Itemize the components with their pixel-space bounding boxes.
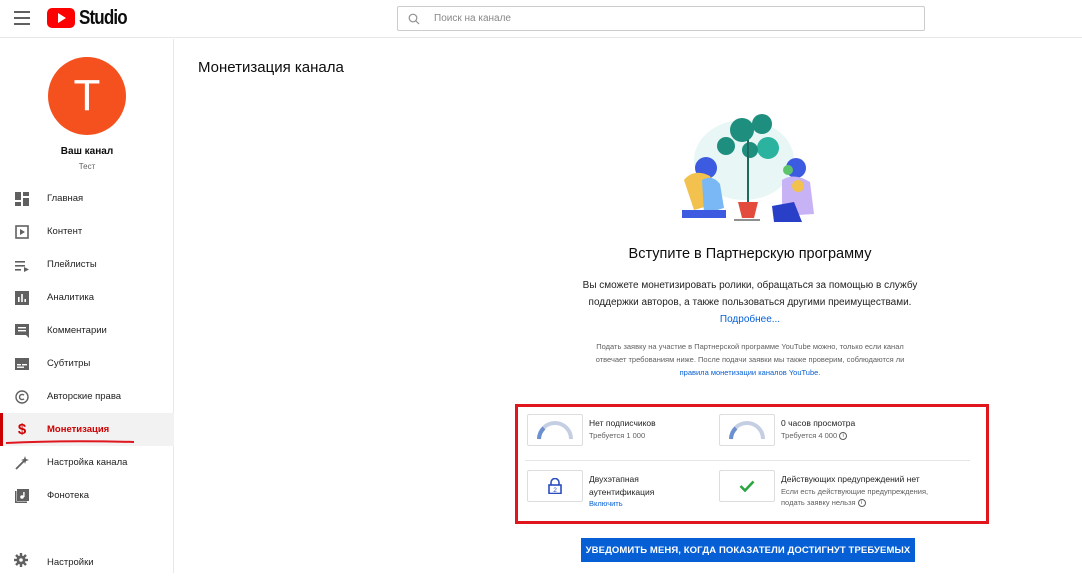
studio-logo[interactable]: Studio [47, 6, 135, 29]
channel-title: Ваш канал [60, 146, 114, 157]
audio-library-icon [14, 488, 30, 504]
sidebar-item-label: Авторские права [47, 391, 122, 402]
page-title: Монетизация канала [198, 59, 344, 76]
program-note: Подать заявку на участие в Партнерской п… [585, 340, 915, 379]
channel-avatar[interactable]: T [48, 57, 126, 135]
info-icon[interactable]: i [839, 432, 848, 441]
enable-2fa-link[interactable]: Включить [589, 499, 623, 508]
youtube-logo-icon [47, 8, 75, 28]
partner-program-illustration [682, 114, 814, 222]
dollar-icon: $ [17, 421, 27, 438]
magic-wand-icon [14, 455, 30, 471]
sidebar-item-label: Настройка канала [47, 457, 128, 468]
sidebar-item-label: Аналитика [47, 292, 95, 303]
content-icon [14, 224, 30, 240]
sidebar-item-dashboard[interactable]: Главная [0, 182, 174, 215]
sidebar-item-copyright[interactable]: Авторские права [0, 380, 174, 413]
dashboard-icon [14, 191, 30, 207]
underline-annotation [5, 440, 135, 444]
sidebar-item-analytics[interactable]: Аналитика [0, 281, 174, 314]
analytics-icon [14, 290, 30, 306]
requirement-subscribers: Нет подписчиков Требуется 1 000 [525, 411, 715, 459]
learn-more-link[interactable]: Подробнее... [720, 314, 780, 325]
requirement-detail: Требуется 4 000 [781, 431, 838, 440]
sidebar-item-label: Главная [47, 193, 84, 204]
sidebar-item-label: Плейлисты [47, 259, 97, 270]
requirement-strikes: Действующих предупреждений нет Если есть… [717, 467, 972, 519]
svg-text:2: 2 [553, 487, 557, 494]
sidebar-item-playlists[interactable]: Плейлисты [0, 248, 174, 281]
requirement-title-line1: Двухэтапная [589, 474, 639, 484]
sidebar-item-label: Монетизация [47, 424, 110, 435]
sidebar-item-label: Контент [47, 226, 83, 237]
gear-icon [14, 552, 28, 572]
search-bar[interactable] [397, 6, 925, 31]
requirement-watch-hours: 0 часов просмотра Требуется 4 000 i [717, 411, 967, 459]
monetization-policy-link[interactable]: правила монетизации каналов YouTube. [585, 366, 915, 379]
gauge-icon [527, 414, 583, 446]
playlist-icon [14, 257, 30, 273]
sidebar: T Ваш канал Тест Главная Контент Плейлис… [0, 39, 174, 573]
sidebar-item-monetization[interactable]: $ Монетизация [0, 413, 174, 446]
requirement-detail-row: Требуется 4 000 i [781, 430, 848, 441]
requirement-title: Действующих предупреждений нет [781, 474, 920, 484]
requirement-detail-row: подать заявку нельзя i [781, 497, 866, 508]
sidebar-item-comments[interactable]: Комментарии [0, 314, 174, 347]
requirement-detail: Требуется 1 000 [589, 431, 646, 440]
info-icon[interactable]: i [857, 499, 866, 508]
requirement-title: 0 часов просмотра [781, 418, 856, 428]
comments-icon [14, 323, 30, 339]
checkmark-icon [719, 470, 775, 502]
logo-text: Studio [79, 6, 128, 29]
sidebar-nav: Главная Контент Плейлисты Аналитика Комм… [0, 182, 174, 512]
menu-icon[interactable] [14, 11, 30, 25]
sidebar-item-label: Субтитры [47, 358, 91, 369]
requirements-divider [525, 460, 970, 461]
requirement-detail-line2: подать заявку нельзя [781, 498, 856, 507]
requirement-detail-line1: Если есть действующие предупреждения, [781, 487, 929, 496]
copyright-icon [14, 389, 30, 405]
search-icon [408, 13, 420, 24]
program-description-text: Вы сможете монетизировать ролики, обраща… [582, 280, 918, 308]
program-description: Вы сможете монетизировать ролики, обраща… [580, 277, 920, 328]
program-note-text: Подать заявку на участие в Партнерской п… [595, 342, 905, 364]
search-input[interactable] [434, 13, 894, 24]
sidebar-item-label: Фонотека [47, 490, 90, 501]
top-bar: Studio [0, 0, 1082, 38]
sidebar-item-audio-library[interactable]: Фонотека [0, 479, 174, 512]
sidebar-item-label: Комментарии [47, 325, 107, 336]
lock-icon: 2 [527, 470, 583, 502]
program-title: Вступите в Партнерскую программу [628, 246, 872, 262]
requirements-grid: Нет подписчиков Требуется 1 000 0 часов … [525, 411, 972, 519]
notify-me-button[interactable]: УВЕДОМИТЬ МЕНЯ, КОГДА ПОКАЗАТЕЛИ ДОСТИГН… [581, 538, 915, 562]
sidebar-item-customization[interactable]: Настройка канала [0, 446, 174, 479]
sidebar-item-content[interactable]: Контент [0, 215, 174, 248]
subtitles-icon [14, 356, 30, 372]
requirement-title-line2: аутентификация [589, 487, 655, 497]
settings-label: Настройки [47, 556, 94, 568]
requirement-2fa: 2 Двухэтапная аутентификация Включить [525, 467, 715, 519]
gauge-icon [719, 414, 775, 446]
requirement-title: Нет подписчиков [589, 418, 656, 428]
channel-subtitle: Тест [78, 162, 96, 171]
sidebar-item-subtitles[interactable]: Субтитры [0, 347, 174, 380]
